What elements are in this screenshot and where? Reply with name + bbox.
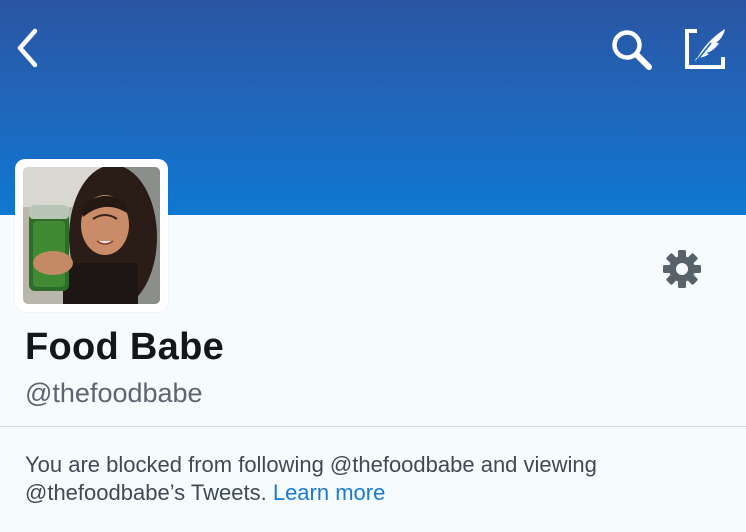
settings-button[interactable] — [660, 247, 704, 291]
profile-display-name: Food Babe — [25, 326, 225, 368]
profile-photo — [23, 167, 160, 304]
search-button[interactable] — [606, 24, 658, 76]
blocked-notice: You are blocked from following @thefoodb… — [25, 451, 725, 507]
gear-icon — [663, 250, 701, 288]
profile-handle: @thefoodbabe — [25, 378, 203, 408]
compose-tweet-button[interactable] — [680, 22, 732, 74]
avatar-frame[interactable] — [15, 159, 168, 312]
avatar[interactable] — [23, 167, 160, 304]
compose-quill-icon — [685, 29, 725, 69]
chevron-left-icon — [17, 28, 38, 68]
section-divider — [0, 426, 746, 427]
search-icon — [612, 30, 652, 70]
back-button[interactable] — [8, 26, 48, 70]
learn-more-link[interactable]: Learn more — [273, 480, 386, 505]
